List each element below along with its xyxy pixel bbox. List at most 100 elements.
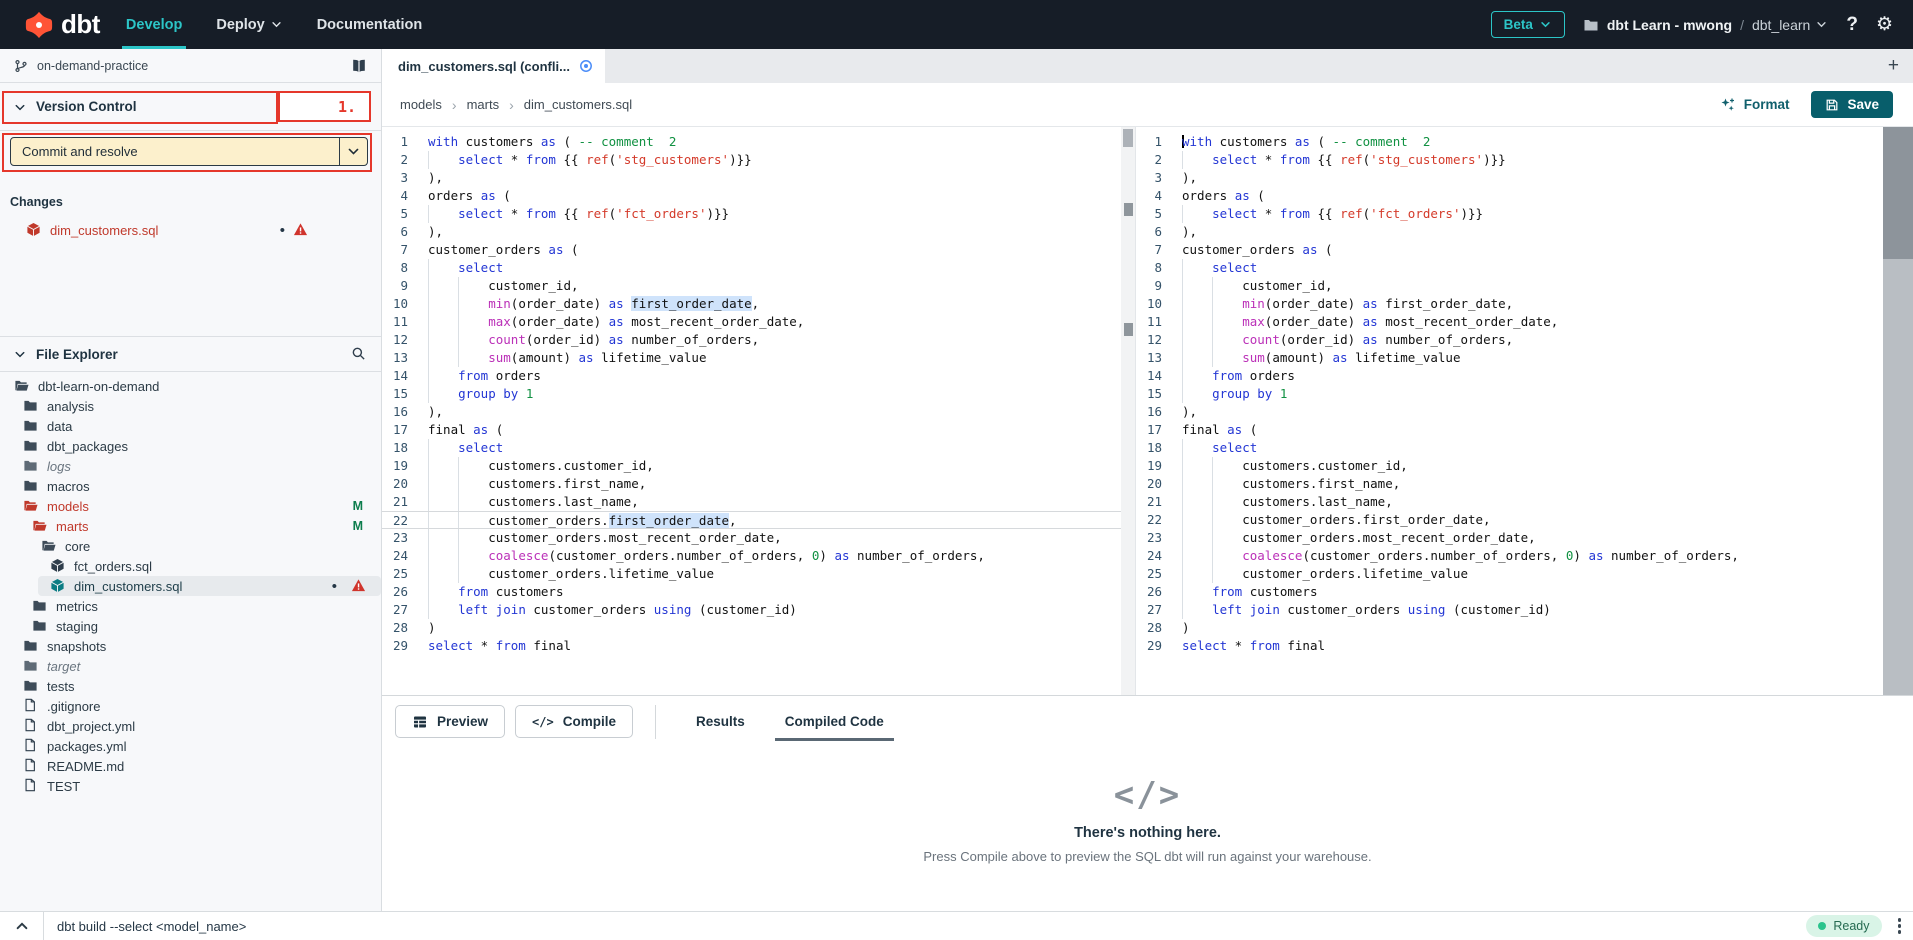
tree-item-target[interactable]: target xyxy=(0,656,381,676)
help-icon[interactable]: ? xyxy=(1846,14,1858,36)
code-line[interactable]: 8 select xyxy=(382,259,1135,277)
breadcrumb-models[interactable]: models xyxy=(400,97,442,112)
nav-item-develop[interactable]: Develop xyxy=(126,0,182,49)
tree-item-data[interactable]: data xyxy=(0,416,381,436)
code-line[interactable]: 16), xyxy=(1136,403,1913,421)
code-line[interactable]: 26 from customers xyxy=(1136,583,1913,601)
tree-item-logs[interactable]: logs xyxy=(0,456,381,476)
account-project-selector[interactable]: dbt Learn - mwong / dbt_learn xyxy=(1583,17,1829,33)
code-line[interactable]: 10 min(order_date) as first_order_date, xyxy=(1136,295,1913,313)
code-line[interactable]: 23 customer_orders.most_recent_order_dat… xyxy=(1136,529,1913,547)
code-line[interactable]: 9 customer_id, xyxy=(1136,277,1913,295)
code-line[interactable]: 29select * from final xyxy=(382,637,1135,655)
code-line[interactable]: 14 from orders xyxy=(1136,367,1913,385)
code-line[interactable]: 17final as ( xyxy=(382,421,1135,439)
gear-icon[interactable]: ⚙ xyxy=(1876,15,1893,34)
code-line[interactable]: 21 customers.last_name, xyxy=(1136,493,1913,511)
tree-item--gitignore[interactable]: .gitignore xyxy=(0,696,381,716)
breadcrumb-marts[interactable]: marts xyxy=(467,97,500,112)
tree-item-macros[interactable]: macros xyxy=(0,476,381,496)
commit-dropdown-toggle[interactable] xyxy=(339,138,367,165)
tree-item-core[interactable]: core xyxy=(0,536,381,556)
code-line[interactable]: 18 select xyxy=(382,439,1135,457)
tree-item-dbt-learn-on-demand[interactable]: dbt-learn-on-demand xyxy=(0,376,381,396)
code-line[interactable]: 19 customers.customer_id, xyxy=(382,457,1135,475)
compile-button[interactable]: </> Compile xyxy=(515,705,633,738)
code-line[interactable]: 23 customer_orders.most_recent_order_dat… xyxy=(382,529,1135,547)
code-line[interactable]: 17final as ( xyxy=(1136,421,1913,439)
code-line[interactable]: 6), xyxy=(1136,223,1913,241)
code-line[interactable]: 13 sum(amount) as lifetime_value xyxy=(382,349,1135,367)
beta-dropdown[interactable]: Beta xyxy=(1491,11,1565,38)
tree-item-staging[interactable]: staging xyxy=(0,616,381,636)
tree-item-dbt-packages[interactable]: dbt_packages xyxy=(0,436,381,456)
code-line[interactable]: 8 select xyxy=(1136,259,1913,277)
file-explorer-header[interactable]: File Explorer xyxy=(0,336,381,372)
nav-item-deploy[interactable]: Deploy xyxy=(216,0,282,49)
code-line[interactable]: 12 count(order_id) as number_of_orders, xyxy=(382,331,1135,349)
version-control-header[interactable]: Version Control xyxy=(0,83,381,131)
code-line[interactable]: 6), xyxy=(382,223,1135,241)
tree-item-tests[interactable]: tests xyxy=(0,676,381,696)
dbt-logo[interactable]: dbt xyxy=(0,0,126,49)
code-line[interactable]: 3), xyxy=(1136,169,1913,187)
save-button[interactable]: Save xyxy=(1811,91,1893,118)
code-line[interactable]: 11 max(order_date) as most_recent_order_… xyxy=(382,313,1135,331)
breadcrumb-file[interactable]: dim_customers.sql xyxy=(524,97,632,112)
tree-item-analysis[interactable]: analysis xyxy=(0,396,381,416)
tab-dim-customers[interactable]: dim_customers.sql (confli... xyxy=(382,49,605,83)
code-line[interactable]: 27 left join customer_orders using (cust… xyxy=(382,601,1135,619)
tree-item-readme-md[interactable]: README.md xyxy=(0,756,381,776)
tree-item-models[interactable]: modelsM xyxy=(0,496,381,516)
code-line[interactable]: 28) xyxy=(1136,619,1913,637)
code-line[interactable]: 25 customer_orders.lifetime_value xyxy=(1136,565,1913,583)
tree-item-dbt-project-yml[interactable]: dbt_project.yml xyxy=(0,716,381,736)
code-line[interactable]: 20 customers.first_name, xyxy=(1136,475,1913,493)
code-line[interactable]: 19 customers.customer_id, xyxy=(1136,457,1913,475)
tree-item-fct-orders-sql[interactable]: fct_orders.sql xyxy=(0,556,381,576)
commit-and-resolve-button[interactable]: Commit and resolve xyxy=(10,137,368,166)
tree-item-marts[interactable]: martsM xyxy=(0,516,381,536)
code-line[interactable]: 5 select * from {{ ref('fct_orders')}} xyxy=(382,205,1135,223)
code-line[interactable]: 26 from customers xyxy=(382,583,1135,601)
kebab-menu-icon[interactable] xyxy=(1896,918,1913,934)
code-line[interactable]: 20 customers.first_name, xyxy=(382,475,1135,493)
tree-item-metrics[interactable]: metrics xyxy=(0,596,381,616)
code-line[interactable]: 1with customers as ( -- comment 2 xyxy=(1136,133,1913,151)
project-name[interactable]: dbt_learn xyxy=(1752,17,1828,33)
code-line[interactable]: 18 select xyxy=(1136,439,1913,457)
code-line[interactable]: 4orders as ( xyxy=(382,187,1135,205)
code-line[interactable]: 21 customers.last_name, xyxy=(382,493,1135,511)
code-line[interactable]: 15 group by 1 xyxy=(382,385,1135,403)
code-line[interactable]: 24 coalesce(customer_orders.number_of_or… xyxy=(1136,547,1913,565)
code-line[interactable]: 22 customer_orders.first_order_date, xyxy=(382,511,1135,529)
code-line[interactable]: 1with customers as ( -- comment 2 xyxy=(382,133,1135,151)
tab-compiled-code[interactable]: Compiled Code xyxy=(765,696,904,747)
docs-book-icon[interactable] xyxy=(351,58,367,74)
code-line[interactable]: 29select * from final xyxy=(1136,637,1913,655)
code-line[interactable]: 13 sum(amount) as lifetime_value xyxy=(1136,349,1913,367)
editor-pane-right[interactable]: 1with customers as ( -- comment 22 selec… xyxy=(1135,127,1913,695)
search-icon[interactable] xyxy=(351,346,367,362)
code-line[interactable]: 14 from orders xyxy=(382,367,1135,385)
code-line[interactable]: 16), xyxy=(382,403,1135,421)
code-line[interactable]: 5 select * from {{ ref('fct_orders')}} xyxy=(1136,205,1913,223)
preview-button[interactable]: Preview xyxy=(395,705,505,738)
code-line[interactable]: 2 select * from {{ ref('stg_customers')}… xyxy=(1136,151,1913,169)
command-input[interactable] xyxy=(44,919,1806,934)
code-line[interactable]: 25 customer_orders.lifetime_value xyxy=(382,565,1135,583)
chevron-up-icon[interactable] xyxy=(0,912,44,940)
nav-item-documentation[interactable]: Documentation xyxy=(317,0,423,49)
code-line[interactable]: 2 select * from {{ ref('stg_customers')}… xyxy=(382,151,1135,169)
right-editor-scrollbar[interactable] xyxy=(1883,127,1913,695)
code-line[interactable]: 9 customer_id, xyxy=(382,277,1135,295)
code-line[interactable]: 4orders as ( xyxy=(1136,187,1913,205)
new-tab-button[interactable]: + xyxy=(1874,49,1913,83)
code-line[interactable]: 22 customer_orders.first_order_date, xyxy=(1136,511,1913,529)
code-line[interactable]: 27 left join customer_orders using (cust… xyxy=(1136,601,1913,619)
tree-item-test[interactable]: TEST xyxy=(0,776,381,796)
tree-item-snapshots[interactable]: snapshots xyxy=(0,636,381,656)
editor-pane-left[interactable]: 1with customers as ( -- comment 22 selec… xyxy=(382,127,1135,695)
ready-status-badge[interactable]: Ready xyxy=(1806,915,1881,937)
code-line[interactable]: 12 count(order_id) as number_of_orders, xyxy=(1136,331,1913,349)
